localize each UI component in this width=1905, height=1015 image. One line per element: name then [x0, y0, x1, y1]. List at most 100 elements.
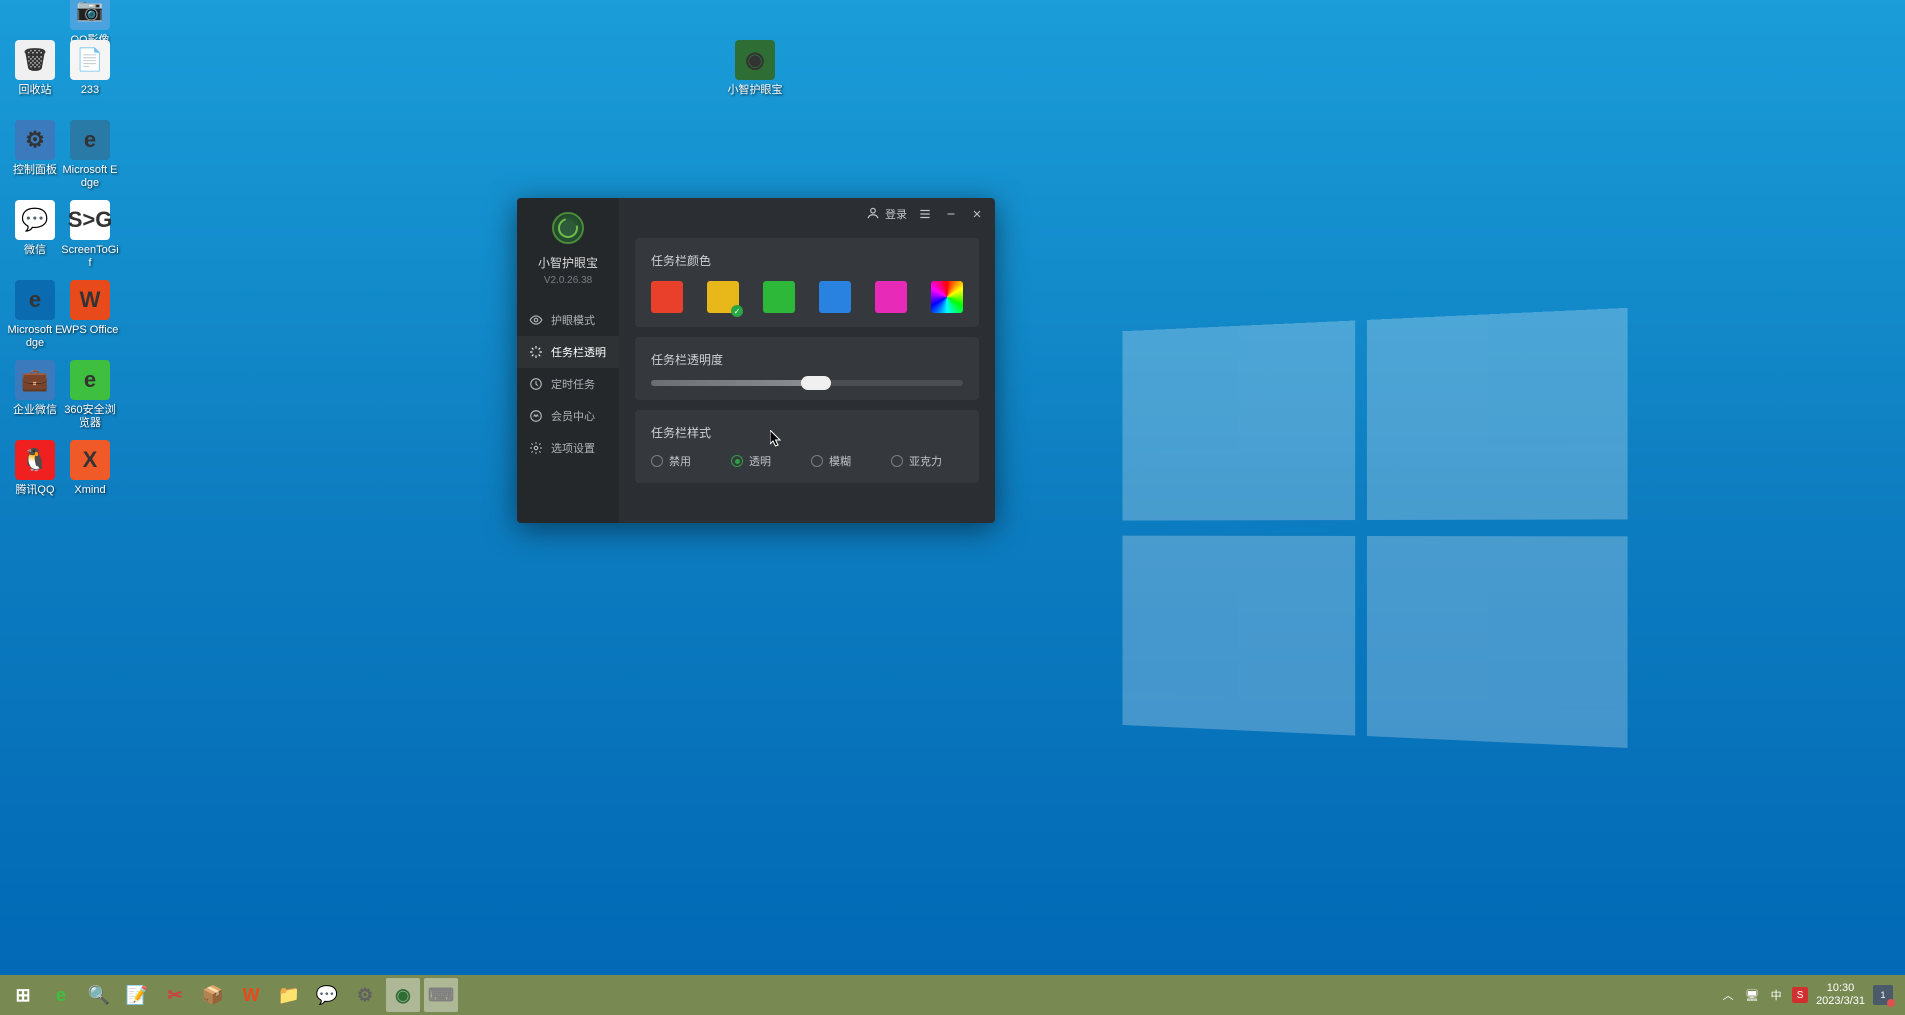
radio-label: 禁用: [669, 453, 691, 469]
icon-label: 回收站: [5, 84, 65, 97]
radio-icon: [891, 455, 903, 467]
app-sidebar: 小智护眼宝 V2.0.26.38 护眼模式任务栏透明定时任务会员中心选项设置: [517, 198, 619, 523]
taskbar-item-settings[interactable]: ⚙: [348, 978, 382, 1012]
icon-label: ScreenToGif: [60, 244, 120, 270]
desk-icon: ⌨: [428, 985, 454, 1006]
titlebar: 登录: [856, 198, 995, 230]
slider-thumb[interactable]: [801, 376, 831, 390]
icon-label: Microsoft Edge: [60, 164, 120, 190]
tray-ime2-icon[interactable]: S: [1792, 987, 1808, 1003]
app-icon: 🐧: [15, 440, 55, 480]
minimize-button[interactable]: [943, 206, 959, 222]
taskbar-item-snip[interactable]: ✂: [158, 978, 192, 1012]
eye-icon: [529, 313, 543, 327]
desktop-icon[interactable]: 💼企业微信: [5, 360, 65, 417]
icon-label: 控制面板: [5, 164, 65, 177]
app-icon: 📄: [70, 40, 110, 80]
app-name-label: 小智护眼宝: [538, 254, 598, 271]
close-button[interactable]: [969, 206, 985, 222]
app-icon: X: [70, 440, 110, 480]
card-title-color: 任务栏颜色: [651, 252, 963, 269]
radio-option[interactable]: 禁用: [651, 453, 691, 469]
radio-label: 亚克力: [909, 453, 942, 469]
icon-label: 360安全浏览器: [60, 404, 120, 430]
taskbar-item-notes[interactable]: 📝: [120, 978, 154, 1012]
taskbar-item-filemanager[interactable]: 📦: [196, 978, 230, 1012]
sparkle-icon: [529, 345, 543, 359]
tray-ime1-icon[interactable]: 中: [1768, 987, 1784, 1003]
opacity-slider[interactable]: [651, 380, 963, 386]
icon-label: 233: [60, 84, 120, 97]
icon-label: 腾讯QQ: [5, 484, 65, 497]
nav-item[interactable]: 定时任务: [517, 368, 619, 400]
radio-option[interactable]: 亚克力: [891, 453, 942, 469]
nav-item[interactable]: 会员中心: [517, 400, 619, 432]
swatch-color[interactable]: [707, 281, 739, 313]
tray-time: 10:30: [1816, 982, 1865, 995]
radio-option[interactable]: 模糊: [811, 453, 851, 469]
desktop-icon[interactable]: eMicrosoft Edge: [60, 120, 120, 190]
desktop-icon[interactable]: 🗑回收站: [5, 40, 65, 97]
tray-network-icon[interactable]: 🖥: [1744, 987, 1760, 1003]
swatch-color[interactable]: [819, 281, 851, 313]
icon-label: Microsoft Edge: [5, 324, 65, 350]
card-taskbar-style: 任务栏样式 禁用透明模糊亚克力: [635, 410, 979, 483]
desktop-icon[interactable]: XXmind: [60, 440, 120, 497]
nav-item[interactable]: 护眼模式: [517, 304, 619, 336]
taskbar-item-desk[interactable]: ⌨: [424, 978, 458, 1012]
notes-icon: 📝: [126, 985, 148, 1006]
desktop-icon[interactable]: 💬微信: [5, 200, 65, 257]
tray-chevron-icon[interactable]: ︿: [1720, 987, 1736, 1003]
radio-option[interactable]: 透明: [731, 453, 771, 469]
nav-item[interactable]: 选项设置: [517, 432, 619, 464]
card-taskbar-opacity: 任务栏透明度: [635, 337, 979, 400]
desktop-icon[interactable]: 📄 233: [60, 40, 120, 97]
browser360-icon: e: [56, 985, 66, 1006]
settings-icon: ⚙: [357, 985, 373, 1006]
app-icon: ◉: [735, 40, 775, 80]
radio-icon: [811, 455, 823, 467]
desktop-icon[interactable]: 🐧 腾讯QQ: [5, 440, 65, 497]
filemanager-icon: 📦: [202, 985, 224, 1006]
desktop-icon[interactable]: ⚙控制面板: [5, 120, 65, 177]
style-radios: 禁用 透明 模糊 亚克力: [651, 453, 963, 469]
notif-count: 1: [1880, 990, 1885, 1000]
taskbar-item-wechat[interactable]: 💬: [310, 978, 344, 1012]
taskbar-item-eyeapp[interactable]: ◉: [386, 978, 420, 1012]
app-main: 登录 任务栏颜色 任务栏透明度 任务栏: [619, 198, 995, 523]
desktop-icon[interactable]: e Microsoft Edge: [5, 280, 65, 350]
desktop-icon[interactable]: WWPS Office: [60, 280, 120, 337]
desktop-icon[interactable]: S>G ScreenToGif: [60, 200, 120, 270]
nav-label: 定时任务: [551, 376, 595, 392]
nav-label: 会员中心: [551, 408, 595, 424]
app-icon: S>G: [70, 200, 110, 240]
radio-icon: [731, 455, 743, 467]
app-icon: e: [15, 280, 55, 320]
desktop-icon[interactable]: ◉ 小智护眼宝: [725, 40, 785, 97]
color-swatches: [651, 281, 963, 313]
taskbar-item-browser360[interactable]: e: [44, 978, 78, 1012]
swatch-color[interactable]: [875, 281, 907, 313]
icon-label: 小智护眼宝: [725, 84, 785, 97]
app-icon: W: [70, 280, 110, 320]
radio-label: 透明: [749, 453, 771, 469]
taskbar-item-start[interactable]: ⊞: [6, 978, 40, 1012]
card-title-opacity: 任务栏透明度: [651, 351, 963, 368]
nav-label: 选项设置: [551, 440, 595, 456]
swatch-rainbow[interactable]: [931, 281, 963, 313]
taskbar-item-explorer[interactable]: 📁: [272, 978, 306, 1012]
swatch-color[interactable]: [763, 281, 795, 313]
login-label: 登录: [885, 206, 907, 222]
menu-button[interactable]: [917, 206, 933, 222]
login-button[interactable]: 登录: [866, 206, 907, 223]
radio-icon: [651, 455, 663, 467]
desktop-icon[interactable]: e360安全浏览器: [60, 360, 120, 430]
taskbar-item-search[interactable]: 🔍: [82, 978, 116, 1012]
nav-item[interactable]: 任务栏透明: [517, 336, 619, 368]
slider-fill: [651, 380, 816, 386]
tray-clock[interactable]: 10:30 2023/3/31: [1816, 982, 1865, 1008]
tray-notification-icon[interactable]: 1: [1873, 985, 1893, 1005]
swatch-color[interactable]: [651, 281, 683, 313]
taskbar-item-wps[interactable]: W: [234, 978, 268, 1012]
taskbar: ⊞ e 🔍 📝 ✂ 📦 W📁💬 ⚙ ◉ ⌨ ︿ 🖥 中 S 10:30 2023/3/31 1: [0, 975, 1905, 1015]
